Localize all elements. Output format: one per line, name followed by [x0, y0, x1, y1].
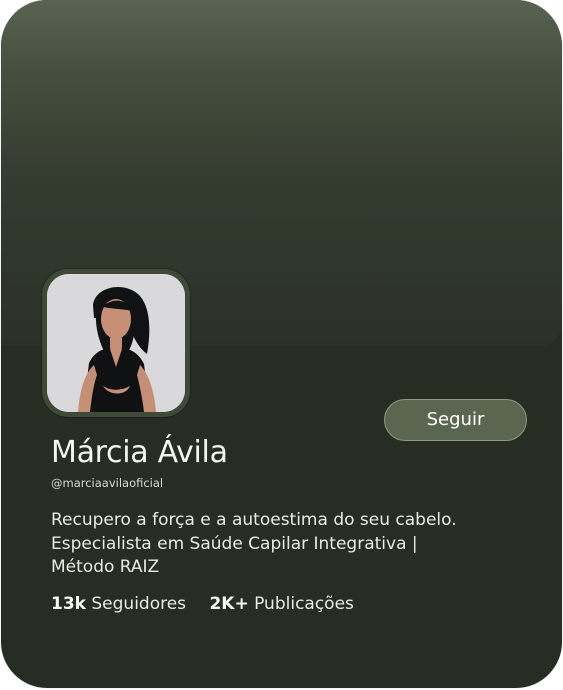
avatar-frame: [42, 269, 190, 417]
profile-card: Seguir Márcia Ávila @marciaavilaoficial …: [1, 0, 562, 688]
profile-stats: 13k Seguidores 2K+ Publicações: [51, 593, 354, 615]
posts-stat[interactable]: 2K+ Publicações: [209, 593, 353, 615]
profile-bio: Recupero a força e a autoestima do seu c…: [51, 509, 521, 580]
profile-name: Márcia Ávila: [51, 435, 228, 470]
profile-handle: @marciaavilaoficial: [51, 476, 164, 490]
avatar[interactable]: [47, 274, 185, 412]
follow-button[interactable]: Seguir: [384, 399, 527, 441]
bio-line: Método RAIZ: [51, 557, 160, 577]
bio-line: Especialista em Saúde Capilar Integrativ…: [51, 533, 418, 554]
posts-label: Publicações: [254, 594, 354, 614]
followers-count: 13k: [51, 594, 86, 614]
followers-stat[interactable]: 13k Seguidores: [51, 593, 186, 615]
posts-count: 2K+: [209, 594, 249, 614]
profile-photo-icon: [47, 274, 185, 412]
bio-line: Recupero a força e a autoestima do seu c…: [51, 510, 457, 530]
followers-label: Seguidores: [91, 594, 187, 614]
